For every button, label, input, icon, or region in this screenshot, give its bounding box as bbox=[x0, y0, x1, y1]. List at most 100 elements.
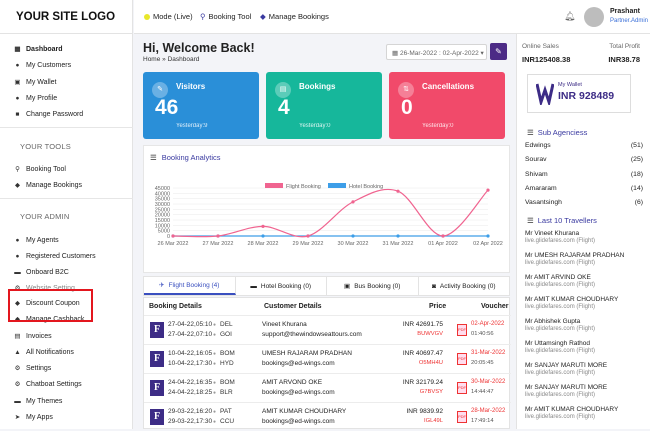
data-point bbox=[486, 234, 490, 238]
table-row[interactable]: F 24-04-22,16:35 24-04-22,18:25 ● ● BOM … bbox=[144, 373, 511, 402]
traveller-name: Mr Abhishek Gupta bbox=[525, 318, 581, 325]
booking-tool-link[interactable]: ⚲ Booking Tool bbox=[200, 12, 251, 21]
sidebar-item-registered-customers[interactable]: ● Registered Customers bbox=[14, 251, 96, 261]
tab-bus-booking[interactable]: ▣ Bus Booking (0) bbox=[327, 277, 419, 295]
y-tick-label: 0 bbox=[167, 234, 170, 240]
pdf-icon[interactable]: PDF bbox=[457, 324, 467, 336]
agency-item[interactable]: Vasantsingh (6) bbox=[525, 199, 643, 206]
last-travellers-title: Last 10 Travellers bbox=[537, 216, 597, 225]
traveller-item[interactable]: Mr UMESH RAJARAM PRADHAN live.glidefares.… bbox=[525, 252, 624, 266]
traveller-site: live.glidefares.com (Flight) bbox=[525, 260, 596, 266]
sidebar-item-my-themes[interactable]: ▬ My Themes bbox=[14, 396, 62, 406]
avatar[interactable] bbox=[584, 7, 604, 27]
traveller-item[interactable]: Mr Uttamsingh Rathod live.glidefares.com … bbox=[525, 340, 595, 354]
app-icon: ➤ bbox=[14, 414, 21, 421]
traveller-item[interactable]: Mr Vineet Khurana live.glidefares.com (Fl… bbox=[525, 230, 595, 244]
route-pin-icon: ● bbox=[213, 390, 217, 396]
sidebar-item-my-wallet[interactable]: ▣ My Wallet bbox=[14, 77, 56, 87]
edit-button[interactable]: ✎ bbox=[490, 43, 507, 60]
voucher-date: 28-Mar-2022 bbox=[471, 408, 506, 414]
sidebar-item-chatboat-settings[interactable]: ⚙ Chatboat Settings bbox=[14, 379, 82, 389]
route-pin-icon: ● bbox=[213, 332, 217, 338]
sidebar-item-onboard-b2c[interactable]: ▬ Onboard B2C bbox=[14, 267, 69, 277]
sidebar-item-settings[interactable]: ⚙ Settings bbox=[14, 363, 52, 373]
traveller-item[interactable]: Mr AMIT ARVIND OKE live.glidefares.com (F… bbox=[525, 274, 595, 288]
departure-time: 24-04-22,16:35 bbox=[168, 379, 213, 386]
sidebar-item-all-notifications[interactable]: ▲ All Notifications bbox=[14, 347, 74, 357]
agency-item[interactable]: Amararam (14) bbox=[525, 185, 643, 192]
data-point bbox=[486, 188, 490, 192]
tag-icon: ◆ bbox=[15, 182, 20, 189]
column-header: Customer Details bbox=[264, 303, 322, 310]
sidebar-item-my-agents[interactable]: ● My Agents bbox=[14, 235, 59, 245]
agency-item[interactable]: Edwings (51) bbox=[525, 142, 643, 149]
manage-bookings-link[interactable]: ◆ Manage Bookings bbox=[260, 12, 329, 21]
sidebar-item-manage-bookings[interactable]: ◆ Manage Bookings bbox=[14, 180, 82, 190]
traveller-item[interactable]: Mr Abhishek Gupta live.glidefares.com (Fl… bbox=[525, 318, 595, 332]
arrival-time: 10-04-22,17:30 bbox=[168, 360, 213, 367]
sidebar-item-change-password[interactable]: ■ Change Password bbox=[14, 109, 84, 119]
flight-logo-icon: F bbox=[150, 351, 164, 367]
pnr: IGL49L bbox=[423, 418, 443, 424]
mode-indicator[interactable]: Mode (Live) bbox=[144, 12, 193, 21]
user-name[interactable]: Prashant bbox=[610, 8, 640, 15]
voucher-time: 14:44:47 bbox=[471, 389, 494, 395]
site-logo[interactable]: YOUR SITE LOGO bbox=[0, 0, 132, 34]
column-header: Booking Details bbox=[149, 303, 202, 310]
bus-icon: ▣ bbox=[344, 283, 351, 290]
customer-email: bookings@ed-wings.com bbox=[262, 389, 335, 396]
wallet-card[interactable]: My Wallet INR 928489 bbox=[527, 74, 631, 113]
table-row[interactable]: F 10-04-22,16:05 10-04-22,17:30 ● ● BOM … bbox=[144, 344, 511, 373]
notification-bell-icon[interactable]: 🔔︎ bbox=[564, 11, 575, 22]
date-range-picker[interactable]: ▦ 26-Mar-2022 : 02-Apr-2022 ▾ bbox=[386, 44, 487, 60]
legend-label: Flight Booking bbox=[286, 184, 321, 190]
pdf-icon[interactable]: PDF bbox=[457, 353, 467, 365]
traveller-item[interactable]: Mr AMIT KUMAR CHOUDHARY live.glidefares.c… bbox=[525, 296, 618, 310]
table-row[interactable]: F 27-04-22,05:10 27-04-22,07:10 ● ● DEL … bbox=[144, 315, 511, 344]
route-pin-icon: ● bbox=[213, 409, 217, 415]
tab-label: Bus Booking (0) bbox=[354, 282, 401, 290]
tab-activity-booking[interactable]: ◙ Activity Booking (0) bbox=[419, 277, 510, 295]
card-value: 0 bbox=[401, 96, 413, 119]
flight-logo-icon: F bbox=[150, 409, 164, 425]
sidebar-item-dashboard[interactable]: ▦ Dashboard bbox=[14, 44, 62, 54]
tab-flight-booking[interactable]: ✈ Flight Booking (4) bbox=[144, 277, 236, 295]
traveller-item[interactable]: Mr AMIT KUMAR CHOUDHARY live.glidefares.c… bbox=[525, 406, 618, 420]
departure-time: 10-04-22,16:05 bbox=[168, 350, 213, 357]
series-line-flight bbox=[172, 188, 489, 238]
sidebar-item-my-apps[interactable]: ➤ My Apps bbox=[14, 412, 53, 422]
data-point bbox=[306, 234, 310, 238]
x-tick-label: 02 Apr 2022 bbox=[473, 241, 503, 247]
booking-tabs: ✈ Flight Booking (4) ▬ Hotel Booking (0) ▣… bbox=[143, 276, 510, 296]
list-icon: ☰ bbox=[527, 216, 534, 225]
route-pin-icon: ● bbox=[213, 380, 217, 386]
route-pin-icon: ● bbox=[213, 351, 217, 357]
pdf-icon[interactable]: PDF bbox=[457, 382, 467, 394]
sidebar-item-booking-tool[interactable]: ⚲ Booking Tool bbox=[14, 164, 66, 174]
sidebar-item-my-profile[interactable]: ● My Profile bbox=[14, 93, 58, 103]
agency-count: (18) bbox=[630, 171, 643, 178]
list-icon: ☰ bbox=[527, 128, 534, 137]
sidebar-item-my-customers[interactable]: ● My Customers bbox=[14, 60, 72, 70]
agency-item[interactable]: Shivam (18) bbox=[525, 171, 643, 178]
tab-hotel-booking[interactable]: ▬ Hotel Booking (0) bbox=[236, 277, 327, 295]
pnr: BUWVGV bbox=[417, 331, 443, 337]
data-point bbox=[216, 234, 220, 238]
table-row[interactable]: F 29-03-22,16:20 29-03-22,17:30 ● ● PAT … bbox=[144, 402, 511, 431]
customer-name: UMESH RAJARAM PRADHAN bbox=[262, 350, 352, 357]
traveller-site: live.glidefares.com (Flight) bbox=[525, 238, 596, 244]
camera-icon: ◙ bbox=[431, 282, 436, 290]
arrival-time: 27-04-22,07:10 bbox=[168, 331, 213, 338]
agency-item[interactable]: Sourav (25) bbox=[525, 156, 643, 163]
y-tick-label: 20000 bbox=[155, 213, 170, 219]
users-icon: ● bbox=[15, 252, 20, 260]
voucher-time: 01:40:56 bbox=[471, 331, 494, 337]
chart-list-icon: ☰ bbox=[150, 153, 157, 162]
traveller-item[interactable]: Mr SANJAY MARUTI MORE live.glidefares.com… bbox=[525, 384, 607, 398]
traveller-item[interactable]: Mr SANJAY MARUTI MORE live.glidefares.com… bbox=[525, 362, 607, 376]
mode-label: Mode (Live) bbox=[153, 12, 193, 21]
sub-agencies-title: Sub Agenciess bbox=[537, 128, 588, 137]
sidebar-item-invoices[interactable]: ▤ Invoices bbox=[14, 331, 51, 341]
manage-bookings-label: Manage Bookings bbox=[268, 12, 329, 21]
pdf-icon[interactable]: PDF bbox=[457, 411, 467, 423]
